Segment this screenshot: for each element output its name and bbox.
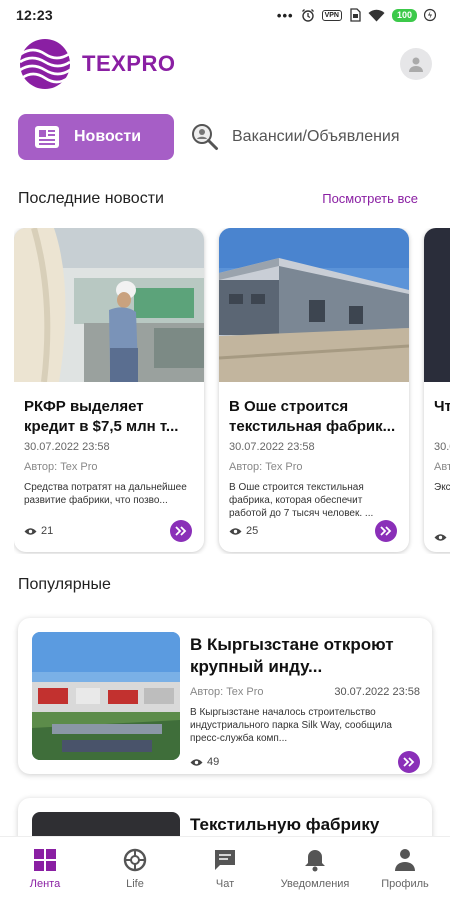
chat-icon [215, 849, 235, 870]
vpn-icon: VPN [321, 9, 342, 21]
news-card-author: Авто [434, 461, 450, 473]
news-card[interactable]: РКФР выделяет кредит в $7,5 млн т... 30.… [14, 228, 204, 552]
bell-icon [305, 849, 325, 871]
bottom-navigation: Лента Life Чат Уведомления Профиль [0, 836, 450, 900]
news-image-factory-building [219, 228, 409, 382]
tab-jobs-label: Вакансии/Объявления [232, 128, 400, 145]
double-chevron-right-icon [403, 757, 415, 767]
news-card-views: 21 [41, 525, 54, 537]
nav-chat[interactable]: Чат [180, 837, 270, 900]
texpro-logo-icon [19, 39, 71, 89]
nav-profile-label: Профиль [381, 877, 429, 890]
news-image-factory-interior [14, 228, 204, 383]
popular-news-author: Автор: Tex Pro [190, 686, 264, 698]
news-card-description: Средства потратят на дальнейшее развитие… [24, 482, 187, 506]
views-eye-icon [434, 534, 447, 541]
news-card-date: 30.07.2022 23:58 [229, 441, 315, 453]
popular-news-views: 49 [207, 756, 220, 768]
news-card-views: 25 [246, 525, 259, 537]
more-notifications-icon: ••• [276, 7, 294, 23]
news-card-author: Автор: Tex Pro [24, 461, 98, 473]
news-card-title: РКФР выделяет кредит в $7,5 млн т... [24, 398, 179, 435]
wifi-icon [368, 9, 385, 21]
newspaper-icon [35, 126, 59, 148]
news-card[interactable]: Что шв... 30.07.2022 23:58 Авто Экс Кыр … [424, 228, 450, 552]
person-icon [409, 57, 423, 72]
profile-avatar-button[interactable] [400, 48, 432, 80]
nav-profile[interactable]: Профиль [360, 837, 450, 900]
popular-news-description: В Кыргызстане началось строительство инд… [190, 707, 392, 744]
open-news-button[interactable] [398, 751, 420, 773]
news-card-date: 30.07.2022 23:58 [434, 441, 450, 453]
app-header: TEXPRO [18, 36, 432, 92]
nav-notifications-label: Уведомления [280, 877, 350, 890]
grid-icon [34, 848, 56, 871]
news-card-author: Автор: Tex Pro [229, 461, 303, 473]
sim-icon [350, 8, 361, 22]
nav-life[interactable]: Life [90, 837, 180, 900]
tab-jobs[interactable]: Вакансии/Объявления [190, 122, 400, 152]
nav-feed-label: Лента [29, 877, 61, 890]
job-search-icon [192, 124, 218, 150]
news-image-dark [424, 228, 450, 382]
status-icons: ••• VPN 100 [277, 8, 436, 23]
charging-icon [424, 8, 436, 22]
status-bar: 12:23 ••• VPN 100 [0, 0, 450, 30]
news-card-description: В Оше строится текстильная фабрика, кото… [229, 482, 374, 519]
person-icon [395, 848, 415, 871]
nav-notifications[interactable]: Уведомления [270, 837, 360, 900]
latest-news-carousel[interactable]: РКФР выделяет кредит в $7,5 млн т... 30.… [14, 228, 450, 554]
views-eye-icon [229, 527, 242, 535]
popular-title: Популярные [18, 576, 111, 593]
popular-image-industrial-park [32, 632, 180, 760]
status-time: 12:23 [16, 7, 53, 23]
open-news-button[interactable] [170, 520, 192, 542]
brand-name: TEXPRO [82, 51, 176, 76]
double-chevron-right-icon [175, 526, 187, 536]
popular-news-title: В Кыргызстане откроют крупный инду... [190, 635, 394, 676]
views-eye-icon [24, 527, 37, 535]
popular-header: Популярные [18, 576, 418, 594]
news-card-date: 30.07.2022 23:58 [24, 441, 110, 453]
alarm-icon [301, 9, 314, 22]
views-eye-icon [190, 758, 203, 766]
popular-news-card[interactable]: В Кыргызстане откроют крупный инду... Ав… [18, 618, 432, 774]
nav-chat-label: Чат [215, 877, 235, 890]
nav-life-label: Life [126, 877, 144, 890]
tab-news[interactable]: Новости [18, 114, 174, 160]
see-all-link[interactable]: Посмотреть все [322, 191, 418, 206]
aperture-icon [123, 848, 147, 871]
open-news-button[interactable] [375, 520, 397, 542]
news-card-title: В Оше строится текстильная фабрик... [229, 398, 396, 435]
battery-indicator: 100 [391, 8, 417, 22]
tab-news-label: Новости [74, 128, 142, 145]
popular-news-date: 30.07.2022 23:58 [334, 686, 420, 698]
news-card-description: Экс Кыр поч [434, 482, 450, 493]
latest-news-header: Последние новости Посмотреть все [18, 190, 418, 208]
nav-feed[interactable]: Лента [0, 837, 90, 900]
latest-news-title: Последние новости [18, 190, 164, 207]
double-chevron-right-icon [380, 526, 392, 536]
section-tabs: Новости Вакансии/Объявления [18, 114, 432, 160]
news-card-title: Что шв... [434, 398, 450, 415]
news-card[interactable]: В Оше строится текстильная фабрик... 30.… [219, 228, 409, 552]
